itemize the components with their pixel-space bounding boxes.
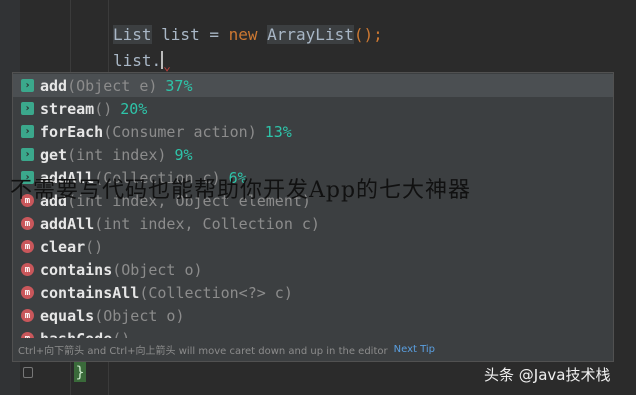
item-name: contains — [40, 260, 113, 279]
type-arraylist: ArrayList — [267, 25, 354, 44]
lambda-icon: › — [21, 125, 34, 138]
item-signature: (Object e) — [67, 76, 158, 95]
completion-item[interactable]: m contains (Object o) — [13, 258, 613, 281]
item-name: equals — [40, 306, 95, 325]
completion-item[interactable]: m clear() — [13, 235, 613, 258]
closing-brace: } — [74, 362, 86, 382]
lock-icon — [23, 367, 33, 378]
code-text: list. — [113, 51, 162, 70]
item-name: containsAll — [40, 283, 140, 302]
item-signature: (Collection<?> c) — [139, 283, 293, 302]
completion-item[interactable]: m equals (Object o) — [13, 304, 613, 327]
call-tail: (); — [353, 25, 383, 44]
item-signature: (Consumer action) — [103, 122, 257, 141]
watermark: 头条 @Java技术栈 — [484, 366, 611, 384]
method-icon: m — [21, 309, 34, 322]
item-name: stream — [40, 99, 95, 118]
item-percent: 20% — [120, 99, 148, 118]
next-tip-link[interactable]: Next Tip — [394, 344, 435, 355]
keyword-new: new — [228, 25, 258, 44]
item-name: add — [40, 76, 68, 95]
item-percent: 37% — [165, 76, 193, 95]
completion-item[interactable]: › forEach (Consumer action) 13% — [13, 120, 613, 143]
completion-popup[interactable]: › add (Object e) 37% › stream() 20% › forEach (Co… — [12, 72, 614, 362]
item-signature: () — [85, 237, 104, 256]
item-signature: (Object o) — [94, 306, 185, 325]
item-signature: (int index) — [67, 145, 167, 164]
completion-item[interactable]: m addAll (int index, Collection c) — [13, 212, 613, 235]
method-icon: m — [21, 286, 34, 299]
code-line-current[interactable]: list. ⌄ — [113, 51, 171, 74]
completion-item[interactable]: m containsAll (Collection<?> c) — [13, 281, 613, 304]
overlay-title: 不需要写代码也能帮助你开发App的七大神器 — [10, 178, 472, 203]
item-signature: (int index, Collection c) — [94, 214, 320, 233]
lambda-icon: › — [21, 102, 34, 115]
completion-item[interactable]: › add (Object e) 37% — [13, 74, 613, 97]
item-name: clear — [40, 237, 86, 256]
completion-item[interactable]: › get (int index) 9% — [13, 143, 613, 166]
lambda-icon: › — [21, 148, 34, 161]
completion-footer: Ctrl+向下箭头 and Ctrl+向上箭头 will move caret … — [13, 338, 613, 361]
item-name: addAll — [40, 214, 95, 233]
type-list: List — [113, 25, 152, 44]
footer-hint: Ctrl+向下箭头 and Ctrl+向上箭头 will move caret … — [18, 346, 388, 357]
method-icon: m — [21, 217, 34, 230]
code-line-declaration[interactable]: List list = new ArrayList(); — [113, 25, 383, 45]
completion-item[interactable]: › stream() 20% — [13, 97, 613, 120]
item-signature: () — [94, 99, 113, 118]
method-icon: m — [21, 263, 34, 276]
lambda-icon: › — [21, 79, 34, 92]
variable-decl: list = — [151, 25, 229, 44]
item-signature: (Object o) — [112, 260, 203, 279]
item-percent: 13% — [264, 122, 292, 141]
item-name: forEach — [40, 122, 104, 141]
item-percent: 9% — [174, 145, 193, 164]
item-name: get — [40, 145, 68, 164]
method-icon: m — [21, 240, 34, 253]
